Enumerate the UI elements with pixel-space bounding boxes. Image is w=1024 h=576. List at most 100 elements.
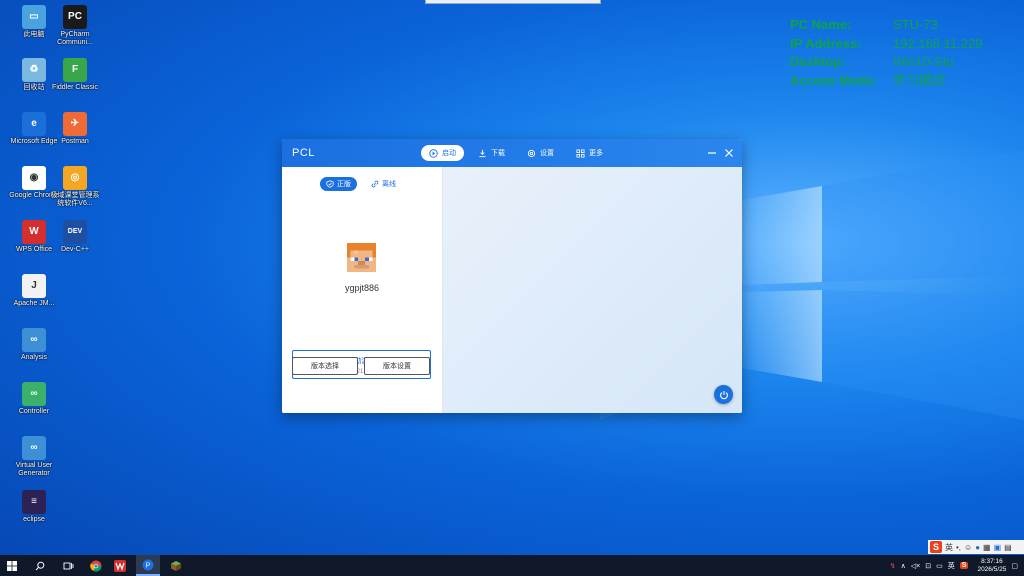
notification-icon[interactable]: ▢ xyxy=(1011,562,1018,570)
desktop-icon-label: Dev-C++ xyxy=(60,246,89,253)
access-label: Access Mode: xyxy=(790,72,878,88)
volume-icon[interactable]: ◁× xyxy=(911,562,920,570)
tab-download[interactable]: 下载 xyxy=(470,145,513,161)
devcpp-icon: DEV xyxy=(63,220,87,244)
network-icon[interactable]: ⊡ xyxy=(925,562,931,570)
player-avatar[interactable] xyxy=(347,243,376,272)
desktop-icon[interactable]: ✈ Postman xyxy=(49,112,101,146)
desktop-icon[interactable]: ≡ eclipse xyxy=(8,490,60,524)
close-icon xyxy=(725,149,733,157)
desktop-label: Desktop: xyxy=(790,54,846,69)
access-value: 学习模式 xyxy=(893,72,946,88)
sogou-icon[interactable]: S xyxy=(930,541,942,553)
desktop-icon-label: Postman xyxy=(61,138,89,145)
tab-launch[interactable]: 启动 xyxy=(421,145,464,161)
desktop-icon[interactable]: J Apache JM... xyxy=(8,274,60,308)
tray-app-icon[interactable]: ↯ xyxy=(890,562,896,570)
desktop-icon[interactable]: DEV Dev-C++ xyxy=(49,220,101,254)
clock-date: 2026/5/25 xyxy=(977,565,1007,573)
ip-value: 192.168.11.229 xyxy=(893,35,983,51)
ime-lang[interactable]: 英 xyxy=(945,542,953,553)
fiddler-icon: F xyxy=(63,58,87,82)
task-view-button[interactable] xyxy=(56,555,80,576)
tab-official-account[interactable]: 正版 xyxy=(320,177,357,191)
launch-panel: 正版 离线 ygpjt886 启动游戏 1.21.11 xyxy=(282,167,443,413)
version-settings-button[interactable]: 版本设置 xyxy=(364,357,430,375)
grass-block-icon xyxy=(171,560,181,571)
chrome-icon xyxy=(90,560,102,572)
start-button[interactable] xyxy=(0,555,24,576)
jmeter-icon: J xyxy=(22,274,46,298)
pcl-icon: P xyxy=(142,559,154,570)
taskbar-chrome[interactable] xyxy=(84,555,108,576)
chrome-icon: ◉ xyxy=(22,166,46,190)
skin-icon[interactable]: ▣ xyxy=(994,543,1002,552)
system-info-overlay: PC Name: STU-73 IP Address: 192.168.11.229… xyxy=(790,16,982,90)
ime-toolbar[interactable]: S 英 •, ☺ ● ▦ ▣ ▤ xyxy=(928,540,1024,554)
system-tray: ↯ ∧ ◁× ⊡ ▭ 英 S 8:37:16 2026/5/25 ▢ xyxy=(890,555,1024,576)
eclipse-icon: ≡ xyxy=(22,490,46,514)
wps-icon: W xyxy=(22,220,46,244)
tab-more-label: 更多 xyxy=(589,150,603,157)
ime-punct-icon[interactable]: •, xyxy=(956,543,961,552)
analysis-icon: ∞ xyxy=(22,328,46,352)
pycharm-icon: PC xyxy=(63,5,87,29)
version-select-button[interactable]: 版本选择 xyxy=(292,357,358,375)
keyboard-icon[interactable]: ▦ xyxy=(983,543,991,552)
download-icon xyxy=(479,149,486,157)
power-icon xyxy=(719,390,728,399)
computer-icon: ▭ xyxy=(22,5,46,29)
edge-icon: e xyxy=(22,112,46,136)
taskbar-minecraft[interactable] xyxy=(164,555,188,576)
tab-offline-label: 离线 xyxy=(382,181,396,188)
tray-sogou-icon[interactable]: S xyxy=(959,562,969,569)
desktop-icon-label: eclipse xyxy=(23,516,45,523)
show-hidden-icons[interactable]: ∧ xyxy=(901,562,906,570)
search-icon xyxy=(35,561,45,570)
play-icon xyxy=(429,148,438,158)
toolbox-icon[interactable]: ▤ xyxy=(1004,543,1012,552)
battery-icon[interactable]: ▭ xyxy=(936,562,943,570)
power-button[interactable] xyxy=(714,385,733,404)
tab-more[interactable]: 更多 xyxy=(568,145,611,161)
search-button[interactable] xyxy=(28,555,52,576)
minimize-icon xyxy=(708,152,716,154)
pcl-nav: 启动 下载 设置 更多 xyxy=(421,145,611,161)
desktop-icon-label: Controller xyxy=(18,408,50,415)
tab-download-label: 下载 xyxy=(491,150,505,157)
postman-icon: ✈ xyxy=(63,112,87,136)
mic-icon[interactable]: ● xyxy=(975,543,980,552)
taskbar-wps[interactable] xyxy=(108,555,132,576)
desktop-icon[interactable]: ∞ Controller xyxy=(8,382,60,416)
tab-official-label: 正版 xyxy=(337,181,351,188)
tab-settings-label: 设置 xyxy=(540,150,554,157)
tab-launch-label: 启动 xyxy=(442,150,456,157)
tray-lang[interactable]: 英 xyxy=(948,561,955,571)
tab-settings[interactable]: 设置 xyxy=(519,145,562,161)
ip-label: IP Address: xyxy=(790,35,862,51)
wps-icon xyxy=(114,559,126,572)
gear-icon xyxy=(527,149,536,157)
tab-offline-account[interactable]: 离线 xyxy=(365,177,402,191)
task-view-icon xyxy=(63,562,73,569)
pcl-window: PCL 启动 下载 设置 更多 正版 离线 ygpjt886 启动游戏 1.21… xyxy=(282,139,742,413)
desktop-icon[interactable]: ∞ Analysis xyxy=(8,328,60,362)
desktop-icon[interactable]: ◎ 极域课堂管理系统软件V6... xyxy=(49,166,101,208)
ime-emoji-icon[interactable]: ☺ xyxy=(964,543,972,552)
pcl-titlebar[interactable]: PCL 启动 下载 设置 更多 xyxy=(282,139,742,167)
taskbar-pcl[interactable]: P xyxy=(136,555,160,576)
recycle-bin-icon: ♻ xyxy=(22,58,46,82)
vugen-icon: ∞ xyxy=(22,436,46,460)
close-button[interactable] xyxy=(723,147,735,159)
desktop-icon[interactable]: ∞ Virtual User Generator xyxy=(8,436,60,478)
windows-icon xyxy=(7,560,17,571)
clock[interactable]: 8:37:16 2026/5/25 xyxy=(977,558,1006,574)
username: ygpjt886 xyxy=(344,283,380,293)
link-icon xyxy=(371,180,379,188)
desktop-icon[interactable]: PC PyCharm Communi... xyxy=(49,5,101,47)
minimize-button[interactable] xyxy=(706,147,718,159)
desktop-icon[interactable]: F Fiddler Classic xyxy=(49,58,101,92)
shield-check-icon xyxy=(326,180,334,188)
desktop-icon-label: Apache JM... xyxy=(13,300,55,307)
top-window-stub xyxy=(425,0,601,4)
